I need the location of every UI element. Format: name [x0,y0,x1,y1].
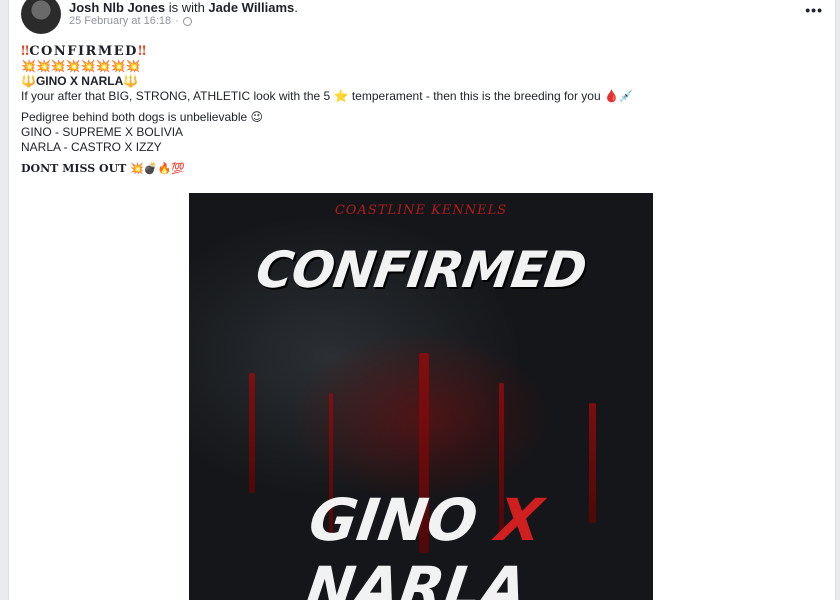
dont-miss-text: DONT MISS OUT [21,162,131,175]
post-body: ‼CONFIRMED‼ 💥💥💥💥💥💥💥💥 🔱GINO X NARLA🔱 If y… [21,44,811,176]
period: . [294,0,298,15]
star-icon: ⭐ [333,89,349,103]
trident-icon: 🔱 [21,74,36,88]
post-image[interactable]: COASTLINE KENNELS CONFIRMED GINO X NARLA [189,193,653,600]
description-text: If your after that BIG, STRONG, ATHLETIC… [21,89,334,103]
post-meta: 25 February at 16:18 · [69,15,192,27]
pairing-line: 🔱GINO X NARLA🔱 [21,74,811,89]
wink-icon: 😉 [250,110,264,124]
post-card: Josh Nlb Jones is with Jade Williams. 25… [8,0,836,600]
image-headline: CONFIRMED [252,241,590,299]
trident-icon: 🔱 [123,74,139,88]
pedigree-line: Pedigree behind both dogs is unbelievabl… [21,110,811,125]
fire-bomb-icons: 💥💣🔥💯 [130,162,185,175]
meta-separator: · [175,15,179,27]
collision-emoji-row: 💥💥💥💥💥💥💥💥 [21,59,141,73]
globe-icon[interactable] [182,16,192,26]
gino-pedigree: GINO - SUPREME X BOLIVIA [21,125,184,139]
with-text: is with [165,0,209,15]
pairing-text: GINO X NARLA [35,74,124,88]
image-footer-left: GINO [305,486,482,554]
double-exclamation-icon: ‼ [137,44,147,59]
image-brand-text: COASTLINE KENNELS [334,203,508,218]
double-exclamation-icon: ‼ [21,44,30,59]
author-name[interactable]: Josh Nlb Jones [69,0,165,15]
tagged-name[interactable]: Jade Williams [208,0,294,15]
confirmed-line: ‼CONFIRMED‼ [21,44,811,59]
avatar[interactable] [21,0,61,34]
more-options-icon[interactable]: ••• [805,2,823,18]
narla-pedigree: NARLA - CASTRO X IZZY [21,140,162,154]
image-footer-x: X [492,486,547,554]
dont-miss-line: DONT MISS OUT 💥💣🔥💯 [21,161,811,176]
pedigree-text: Pedigree behind both dogs is unbelievabl… [21,110,251,124]
drop-syringe-icon: 🩸💉 [603,89,634,103]
image-footer-right: NARLA [301,554,531,600]
confirmed-text: CONFIRMED [29,44,138,59]
image-footer: GINO X NARLA [189,486,653,600]
timestamp[interactable]: 25 February at 16:18 [69,15,171,27]
description-text-2: temperament - then this is the breeding … [348,89,604,103]
post-header: Josh Nlb Jones is with Jade Williams. [69,0,298,16]
description-line: If your after that BIG, STRONG, ATHLETIC… [21,89,811,104]
